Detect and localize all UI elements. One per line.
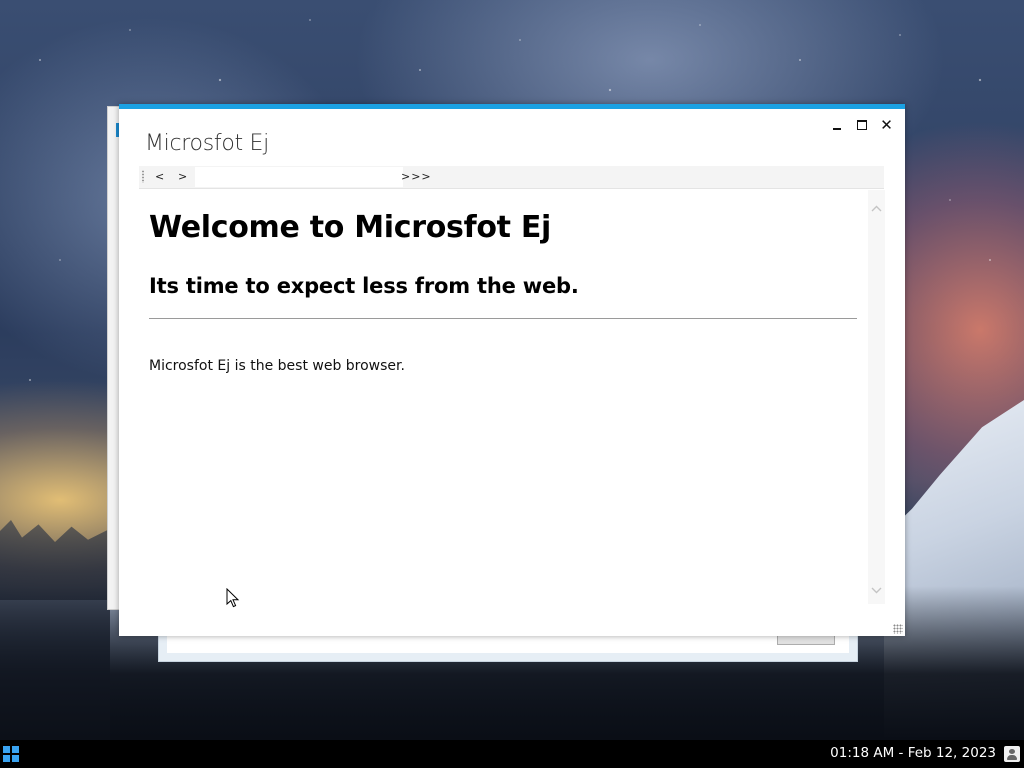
forward-button[interactable]: > — [178, 170, 187, 183]
close-button[interactable]: ✕ — [874, 115, 899, 135]
back-button[interactable]: < — [155, 170, 164, 183]
page-content: Welcome to Microsfot Ej Its time to expe… — [119, 190, 868, 636]
scroll-down-icon[interactable] — [868, 582, 885, 599]
resize-grip-icon[interactable] — [893, 624, 903, 634]
maximize-button[interactable] — [849, 115, 874, 135]
title-bar[interactable]: Microsfot Ej ✕ — [119, 109, 905, 161]
close-icon: ✕ — [880, 116, 893, 134]
address-input[interactable] — [195, 167, 403, 187]
wallpaper-trees-left — [0, 520, 110, 740]
navigation-toolbar: < > >>> — [139, 166, 884, 189]
taskbar: 01:18 AM - Feb 12, 2023 — [0, 740, 1024, 768]
window-title: Microsfot Ej — [145, 131, 269, 156]
page-heading: Welcome to Microsfot Ej — [149, 210, 551, 245]
start-menu-icon[interactable] — [3, 746, 19, 762]
page-subheading: Its time to expect less from the web. — [149, 274, 579, 298]
window-controls: ✕ — [824, 115, 899, 135]
user-icon[interactable] — [1004, 746, 1020, 762]
minimize-icon — [832, 128, 841, 130]
page-body-text: Microsfot Ej is the best web browser. — [149, 358, 405, 374]
vertical-scrollbar[interactable] — [868, 190, 885, 604]
taskbar-clock[interactable]: 01:18 AM - Feb 12, 2023 — [830, 745, 996, 761]
toolbar-grip-icon[interactable] — [142, 170, 144, 183]
minimize-button[interactable] — [824, 115, 849, 135]
toolbar-overflow-button[interactable]: >>> — [401, 170, 432, 183]
scroll-up-icon[interactable] — [868, 200, 885, 217]
maximize-icon — [856, 120, 867, 130]
page-divider — [149, 318, 857, 319]
mouse-pointer-icon — [226, 588, 240, 608]
browser-window: Microsfot Ej ✕ < > >>> Welcome to Micros… — [119, 104, 905, 636]
